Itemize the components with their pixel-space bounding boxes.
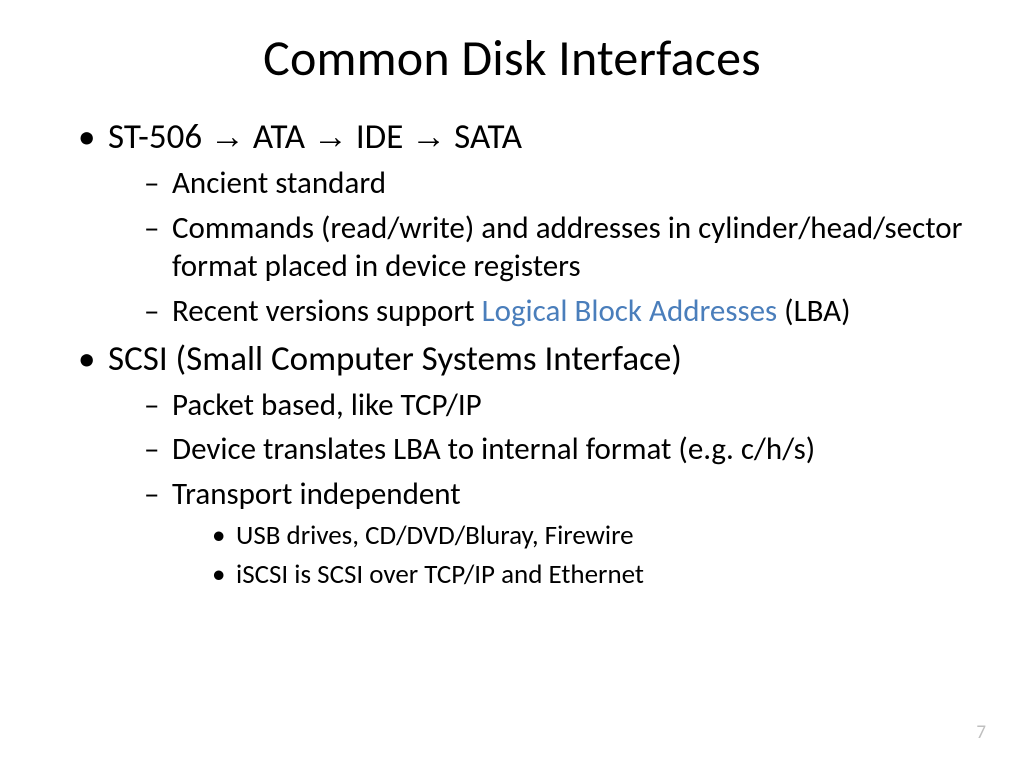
lba-link[interactable]: Logical Block Addresses	[482, 292, 778, 330]
arrow-icon: →	[313, 117, 348, 156]
lba-text-after: (LBA)	[777, 292, 850, 330]
bullet-list-level2: Packet based, like TCP/IP Device transla…	[108, 386, 976, 592]
sub-commands-format: Commands (read/write) and addresses in c…	[144, 209, 976, 287]
bullet-scsi: SCSI (Small Computer Systems Interface) …	[78, 337, 976, 592]
sub-lba: Recent versions support Logical Block Ad…	[144, 292, 976, 331]
scsi-label: SCSI (Small Computer Systems Interface)	[108, 338, 682, 380]
chain-seg-2: ATA	[245, 116, 313, 158]
arrow-icon: →	[210, 117, 245, 156]
chain-seg-1: ST-506	[108, 116, 210, 158]
sub-iscsi: iSCSI is SCSI over TCP/IP and Ethernet	[212, 557, 976, 592]
transport-label: Transport independent	[172, 475, 461, 513]
chain-seg-4: SATA	[446, 116, 522, 158]
bullet-list-level1: ST-506 → ATA → IDE → SATA Ancient standa…	[48, 115, 976, 592]
lba-text-before: Recent versions support	[172, 292, 482, 330]
slide-title: Common Disk Interfaces	[48, 28, 976, 89]
arrow-icon: →	[411, 117, 446, 156]
chain-seg-3: IDE	[348, 116, 411, 158]
bullet-st506-chain: ST-506 → ATA → IDE → SATA Ancient standa…	[78, 115, 976, 331]
page-number: 7	[976, 721, 986, 744]
sub-device-translates: Device translates LBA to internal format…	[144, 430, 976, 469]
sub-usb-drives: USB drives, CD/DVD/Bluray, Firewire	[212, 518, 976, 553]
slide: Common Disk Interfaces ST-506 → ATA → ID…	[0, 0, 1024, 768]
bullet-list-level2: Ancient standard Commands (read/write) a…	[108, 164, 976, 331]
sub-packet-based: Packet based, like TCP/IP	[144, 386, 976, 425]
bullet-list-level3: USB drives, CD/DVD/Bluray, Firewire iSCS…	[172, 518, 976, 592]
sub-ancient-standard: Ancient standard	[144, 164, 976, 203]
sub-transport-independent: Transport independent USB drives, CD/DVD…	[144, 475, 976, 592]
